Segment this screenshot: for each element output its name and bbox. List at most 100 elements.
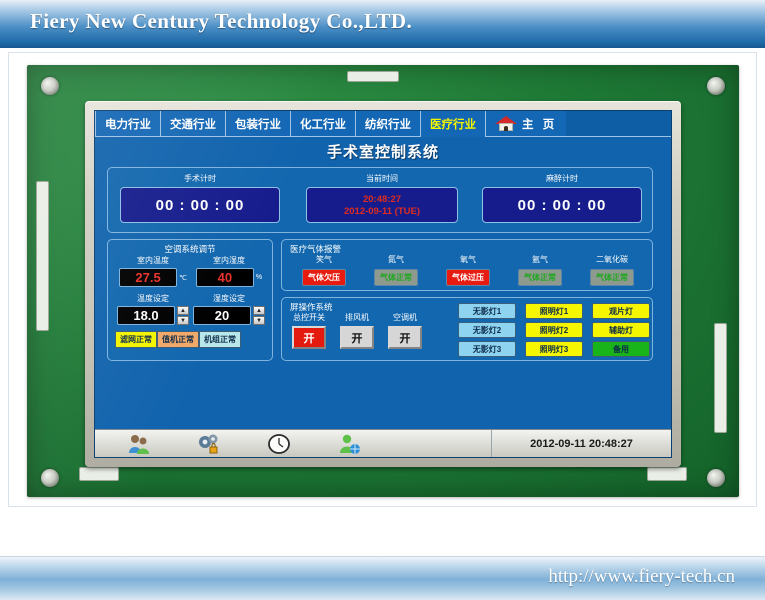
lamp-button-lighting-3[interactable]: 照明灯3 [525, 341, 583, 357]
screw-hole-top-right [707, 77, 725, 95]
humidity-setpoint-value[interactable]: 20 [193, 306, 251, 325]
temperature-stepper-up-icon[interactable]: ▲ [177, 306, 189, 315]
ac-panel-title: 空调系统调节 [164, 244, 216, 254]
medical-gas-alarm-panel: 医疗气体报警 笑气 气体欠压 氮气 气体正常 氧气 气体过压 氩气 气体正常 二… [281, 239, 653, 291]
tab-power-industry[interactable]: 电力行业 [95, 111, 161, 137]
surgery-timer-value: 00 : 00 : 00 [120, 187, 280, 223]
ac-status-badges: 滤网正常 值机正常 机组正常 [115, 331, 241, 348]
anesthesia-timer-value: 00 : 00 : 00 [482, 187, 642, 223]
current-time-value: 20:48:27 2012-09-11 (TUE) [306, 187, 458, 223]
exhaust-fan-group: 排风机 开 [340, 312, 374, 349]
indoor-humidity-unit: % [255, 274, 263, 281]
lamp-button-auxiliary[interactable]: 辅助灯 [592, 322, 650, 338]
gas-status-badge: 气体正常 [590, 269, 634, 286]
operation-switches: 总控开关 开 排风机 开 空调机 开 [292, 312, 422, 349]
indoor-temperature-field: 室内温度 27.5 ℃ [115, 255, 191, 287]
lamp-button-lighting-1[interactable]: 照明灯1 [525, 303, 583, 319]
current-time-date: 2012-09-11 (TUE) [343, 205, 421, 217]
gas-item-oxygen: 氧气 气体过压 [432, 254, 504, 286]
connector-left [36, 181, 49, 331]
temperature-stepper-down-icon[interactable]: ▼ [177, 316, 189, 325]
anesthesia-timer-label: 麻醉计时 [546, 174, 578, 183]
gas-item-argon: 氩气 气体正常 [504, 254, 576, 286]
exhaust-fan-button[interactable]: 开 [340, 326, 374, 349]
tab-chemical-industry[interactable]: 化工行业 [291, 111, 356, 137]
footer-banner: http://www.fiery-tech.cn [0, 556, 765, 600]
screw-hole-bottom-right [707, 469, 725, 487]
gas-status-badge: 气体过压 [446, 269, 490, 286]
surgery-timer-label: 手术计时 [184, 174, 216, 183]
humidity-stepper-up-icon[interactable]: ▲ [253, 306, 265, 315]
status-bar-icons [95, 433, 491, 455]
lamp-button-shadowless-2[interactable]: 无影灯2 [458, 322, 516, 338]
gas-status-badge: 气体欠压 [302, 269, 346, 286]
humidity-stepper-down-icon[interactable]: ▼ [253, 316, 265, 325]
indoor-temperature-label: 室内温度 [137, 256, 169, 265]
gas-item-carbon-dioxide: 二氧化碳 气体正常 [576, 254, 648, 286]
ac-fields: 室内温度 27.5 ℃ 室内湿度 40 % 温度设定 18.0 ▲ ▼ 湿度设定… [115, 255, 267, 325]
user-network-icon[interactable] [337, 433, 361, 455]
device-photo: 电力行业 交通行业 包装行业 化工行业 纺织行业 医疗行业 主 页 手术室控制系… [8, 52, 757, 507]
master-switch-button[interactable]: 开 [292, 326, 326, 349]
gas-name: 氩气 [532, 255, 548, 264]
connector-bottom-right [647, 467, 687, 481]
timers-panel: 手术计时 00 : 00 : 00 当前时间 20:48:27 2012-09-… [107, 167, 653, 233]
company-title: Fiery New Century Technology Co.,LTD. [30, 9, 413, 33]
gas-status-badge: 气体正常 [374, 269, 418, 286]
air-conditioner-label: 空调机 [393, 313, 417, 322]
industry-tab-bar: 电力行业 交通行业 包装行业 化工行业 纺织行业 医疗行业 主 页 [95, 111, 671, 137]
temperature-setpoint-value[interactable]: 18.0 [117, 306, 175, 325]
tab-home[interactable]: 主 页 [486, 111, 567, 137]
gas-name: 二氧化碳 [596, 255, 628, 264]
temperature-stepper[interactable]: ▲ ▼ [177, 306, 189, 325]
gas-item-nitrous-oxide: 笑气 气体欠压 [288, 254, 360, 286]
current-time-label: 当前时间 [366, 174, 398, 183]
surgery-timer: 手术计时 00 : 00 : 00 [120, 173, 280, 223]
humidity-stepper[interactable]: ▲ ▼ [253, 306, 265, 325]
gas-item-nitrogen: 氮气 气体正常 [360, 254, 432, 286]
status-bar: 2012-09-11 20:48:27 [95, 429, 671, 457]
house-icon [495, 116, 517, 131]
screw-hole-bottom-left [41, 469, 59, 487]
screw-hole-top-left [41, 77, 59, 95]
master-switch-group: 总控开关 开 [292, 312, 326, 349]
gears-lock-icon[interactable] [197, 433, 221, 455]
indoor-temperature-unit: ℃ [179, 274, 187, 282]
gas-name: 笑气 [316, 255, 332, 264]
air-conditioner-group: 空调机 开 [388, 312, 422, 349]
website-url[interactable]: http://www.fiery-tech.cn [548, 566, 735, 588]
indoor-humidity-value: 40 [195, 268, 254, 287]
tab-home-label: 主 页 [522, 118, 558, 131]
tab-transport-industry[interactable]: 交通行业 [161, 111, 226, 137]
operation-panel: 屏操作系统 总控开关 开 排风机 开 空调机 开 无影灯1 照明灯1 观片灯 无… [281, 297, 653, 361]
lamp-button-spare[interactable]: 备用 [592, 341, 650, 357]
tab-textile-industry[interactable]: 纺织行业 [356, 111, 421, 137]
lamp-button-shadowless-1[interactable]: 无影灯1 [458, 303, 516, 319]
indoor-humidity-label: 室内湿度 [213, 256, 245, 265]
current-time-clock: 20:48:27 [362, 193, 402, 205]
gas-status-badge: 气体正常 [518, 269, 562, 286]
lamp-button-lighting-2[interactable]: 照明灯2 [525, 322, 583, 338]
tab-bar-filler [566, 111, 671, 137]
screenshot-root: Fiery New Century Technology Co.,LTD. 电力… [0, 0, 765, 600]
exhaust-fan-label: 排风机 [345, 313, 369, 322]
indoor-humidity-field: 室内湿度 40 % [191, 255, 267, 287]
temperature-setpoint-label: 温度设定 [137, 294, 169, 303]
humidity-setpoint-label: 湿度设定 [213, 294, 245, 303]
clock-icon[interactable] [267, 433, 291, 455]
header-banner: Fiery New Century Technology Co.,LTD. [0, 0, 765, 48]
air-conditioner-button[interactable]: 开 [388, 326, 422, 349]
gas-name: 氮气 [388, 255, 404, 264]
tab-packaging-industry[interactable]: 包装行业 [226, 111, 291, 137]
master-switch-label: 总控开关 [293, 313, 325, 322]
tab-medical-industry[interactable]: 医疗行业 [421, 111, 486, 137]
unit-status-badge: 机组正常 [199, 331, 241, 348]
users-icon[interactable] [127, 433, 151, 455]
lamp-button-shadowless-3[interactable]: 无影灯3 [458, 341, 516, 357]
pcb-board: 电力行业 交通行业 包装行业 化工行业 纺织行业 医疗行业 主 页 手术室控制系… [27, 65, 739, 497]
lamp-button-viewer[interactable]: 观片灯 [592, 303, 650, 319]
gas-list: 笑气 气体欠压 氮气 气体正常 氧气 气体过压 氩气 气体正常 二氧化碳 气体正… [288, 254, 648, 286]
lcd-bezel: 电力行业 交通行业 包装行业 化工行业 纺织行业 医疗行业 主 页 手术室控制系… [85, 101, 681, 467]
connector-top [347, 71, 399, 82]
anesthesia-timer: 麻醉计时 00 : 00 : 00 [482, 173, 642, 223]
